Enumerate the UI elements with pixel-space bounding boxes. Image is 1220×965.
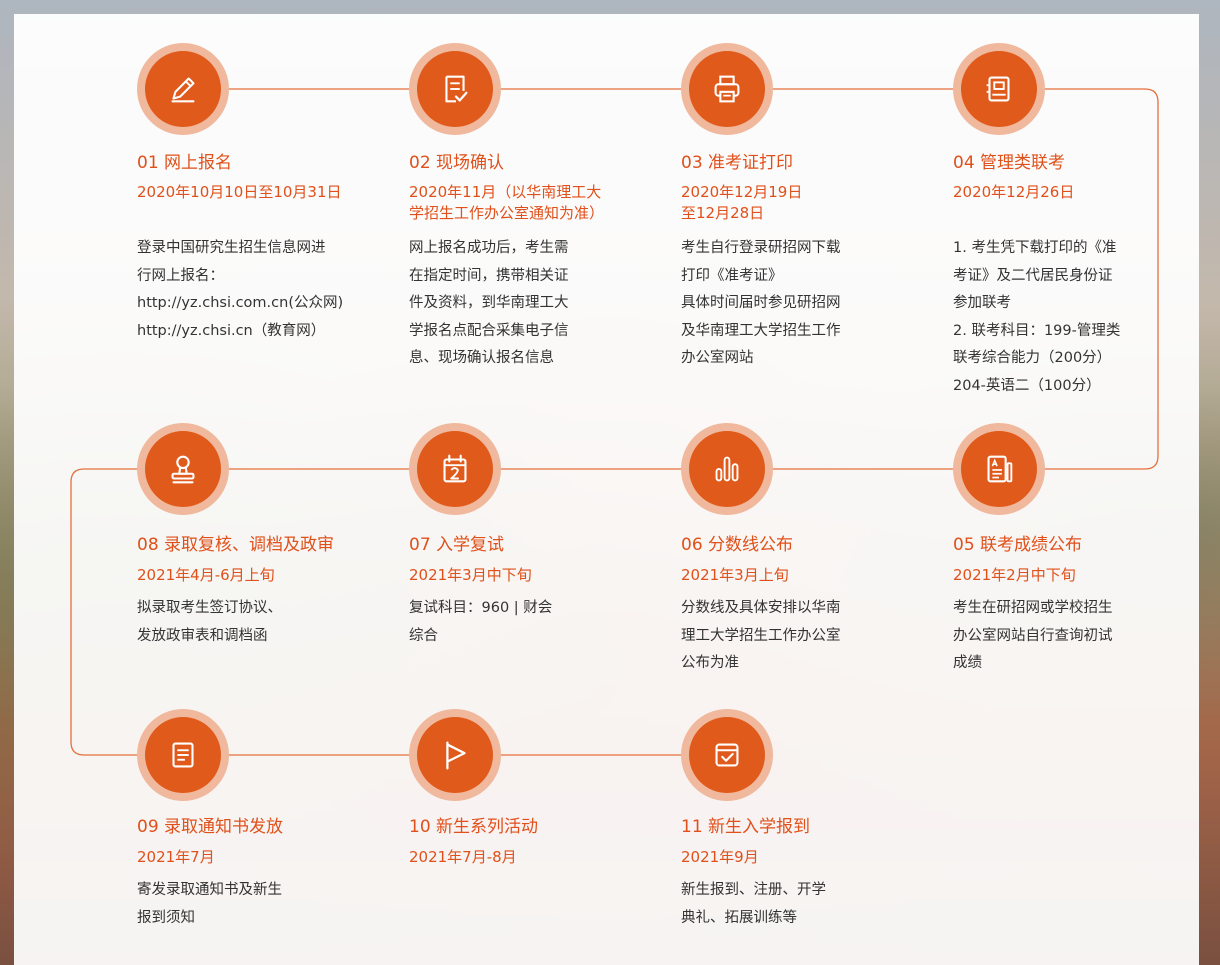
step-date: 2020年12月26日 <box>953 183 1075 201</box>
step-title: 08 录取复核、调档及政审 <box>137 535 335 555</box>
checklist-icon <box>445 75 468 103</box>
score-report-icon <box>987 455 1013 483</box>
step-date: 2021年2月中下旬 <box>953 566 1076 584</box>
step-10-icon-circle <box>409 709 501 801</box>
step-date: 2021年9月 <box>681 848 759 866</box>
step-description: 拟录取考生签订协议、 发放政审表和调档函 <box>137 600 282 644</box>
step-title: 05 联考成绩公布 <box>953 535 1083 555</box>
notice-icon <box>172 742 194 768</box>
step-03-icon-circle <box>681 43 773 135</box>
step-description: 登录中国研究生招生信息网进 行网上报名： http://yz.chsi.com.… <box>137 240 344 339</box>
step-07-icon-circle <box>409 423 501 515</box>
step-title: 09 录取通知书发放 <box>137 817 284 837</box>
step-02-icon-circle <box>409 43 501 135</box>
step-01-icon-circle <box>137 43 229 135</box>
step-description: 复试科目：960 | 财会 综合 <box>409 600 553 644</box>
step-title: 04 管理类联考 <box>953 153 1066 173</box>
pencil-icon <box>171 77 195 103</box>
step-date: 2021年3月中下旬 <box>409 566 532 584</box>
step-title: 01 网上报名 <box>137 153 233 173</box>
step-date: 2021年7月-8月 <box>409 848 517 866</box>
step-title: 02 现场确认 <box>409 153 505 173</box>
step-description: 分数线及具体安排以华南 理工大学招生工作办公室 公布为准 <box>681 600 841 671</box>
step-date: 2021年4月-6月上旬 <box>137 566 275 584</box>
step-date: 2020年12月19日 至12月28日 <box>681 183 803 222</box>
step-title: 11 新生入学报到 <box>681 817 811 837</box>
step-date: 2020年11月（以华南理工大 学招生工作办公室通知为准） <box>409 183 605 222</box>
flag-icon <box>446 741 466 770</box>
step-date: 2021年3月上旬 <box>681 566 789 584</box>
step-description: 新生报到、注册、开学 典礼、拓展训练等 <box>681 882 826 926</box>
step-05-icon-circle <box>953 423 1045 515</box>
step-description: 考生在研招网或学校招生 办公室网站自行查询初试 成绩 <box>953 600 1113 671</box>
bar-chart-icon <box>715 456 739 482</box>
step-title: 06 分数线公布 <box>681 535 794 555</box>
step-date: 2021年7月 <box>137 848 215 866</box>
exam-paper-icon <box>986 76 1010 102</box>
step-08-icon-circle <box>137 423 229 515</box>
step-title: 07 入学复试 <box>409 535 505 555</box>
step-date: 2020年10月10日至10月31日 <box>137 183 342 201</box>
step-04-icon-circle <box>953 43 1045 135</box>
stamp-icon <box>171 455 195 484</box>
step-11-icon-circle <box>681 709 773 801</box>
step-description: 网上报名成功后，考生需 在指定时间，携带相关证 件及资料，到华南理工大 学报名点… <box>409 240 569 366</box>
checkbox-icon <box>715 743 739 767</box>
step-description: 寄发录取通知书及新生 报到须知 <box>137 882 282 926</box>
printer-icon <box>714 75 740 103</box>
step-09-icon-circle <box>137 709 229 801</box>
step-06-icon-circle <box>681 423 773 515</box>
step-title: 10 新生系列活动 <box>409 817 539 837</box>
step-description: 1. 考生凭下载打印的《准 考证》及二代居民身份证 参加联考 2. 联考科目：1… <box>953 240 1121 394</box>
step-title: 03 准考证打印 <box>681 153 794 173</box>
step-description: 考生自行登录研招网下载 打印《准考证》 具体时间届时参见研招网 及华南理工大学招… <box>681 240 841 366</box>
calendar-icon <box>443 454 467 483</box>
